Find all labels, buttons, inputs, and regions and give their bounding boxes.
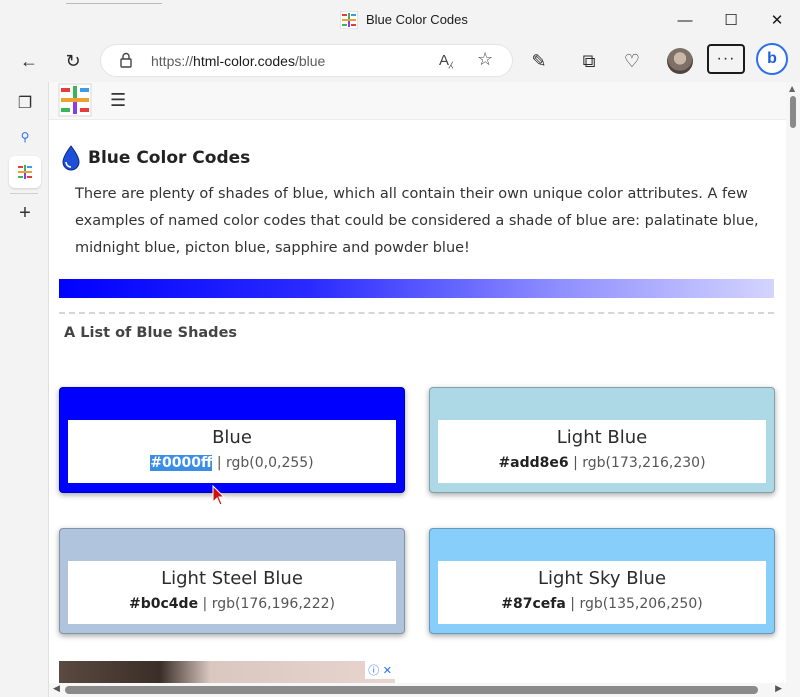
site-header: ☰	[49, 82, 786, 120]
hex-code[interactable]: #87cefa	[501, 596, 566, 612]
page-viewport: ☰ Blue Color Codes There are plenty of s…	[49, 82, 800, 697]
color-codes: #add8e6 | rgb(173,216,230)	[498, 455, 706, 471]
more-icon[interactable]: ···	[707, 44, 745, 74]
color-name: Light Blue	[556, 427, 648, 448]
color-card-light-blue[interactable]: Light Blue #add8e6 | rgb(173,216,230)	[429, 387, 775, 493]
color-codes: #0000ff | rgb(0,0,255)	[150, 455, 314, 471]
mouse-cursor-icon	[212, 485, 226, 506]
intro-paragraph: There are plenty of shades of blue, whic…	[75, 186, 759, 256]
bing-icon[interactable]: b	[756, 43, 788, 75]
card-info: Light Blue #add8e6 | rgb(173,216,230)	[438, 420, 766, 483]
rgb-code[interactable]: rgb(0,0,255)	[226, 455, 314, 471]
color-card-light-steel-blue[interactable]: Light Steel Blue #b0c4de | rgb(176,196,2…	[59, 528, 405, 634]
star-icon[interactable]: ☆	[477, 49, 493, 70]
refresh-icon[interactable]: ↻	[58, 46, 88, 76]
divider	[59, 312, 774, 314]
url-text: https://html-color.codes/blue	[151, 53, 326, 69]
rgb-code[interactable]: rgb(173,216,230)	[582, 455, 705, 471]
list-title: A List of Blue Shades	[64, 325, 238, 341]
scroll-thumb[interactable]	[790, 96, 796, 128]
avatar[interactable]	[667, 48, 693, 74]
card-info: Light Sky Blue #87cefa | rgb(135,206,250…	[438, 561, 766, 624]
site-logo-icon[interactable]	[58, 83, 92, 117]
water-drop-icon	[62, 145, 80, 171]
ad-info-close-icon[interactable]: ⓘ ✕	[365, 661, 395, 679]
minimize-icon[interactable]: —	[662, 0, 708, 40]
puzzle-icon[interactable]: ✎	[524, 46, 554, 76]
browser-toolbar: ← ↻ https://html-color.codes/blue A⁁ ☆ ✎…	[0, 40, 800, 82]
search-icon[interactable]: ⚲	[10, 122, 40, 152]
card-info: Blue #0000ff | rgb(0,0,255)	[68, 420, 396, 483]
scroll-up-icon[interactable]: ▲	[789, 84, 795, 93]
window-title: Blue Color Codes	[366, 12, 468, 27]
page-title: Blue Color Codes	[88, 148, 251, 168]
hamburger-icon[interactable]: ☰	[110, 90, 126, 111]
heart-pulse-icon[interactable]: ♡	[617, 46, 647, 76]
hex-code[interactable]: #b0c4de	[129, 596, 198, 612]
tab-stub	[66, 0, 162, 4]
collections-icon[interactable]: ⧉	[574, 46, 604, 76]
site-tab-icon[interactable]	[9, 156, 41, 188]
blue-gradient-bar	[59, 279, 774, 298]
color-card-light-sky-blue[interactable]: Light Sky Blue #87cefa | rgb(135,206,250…	[429, 528, 775, 634]
scroll-left-icon[interactable]: ◀	[53, 684, 60, 694]
scroll-thumb[interactable]	[65, 686, 758, 694]
scroll-right-icon[interactable]: ▶	[775, 684, 782, 694]
rgb-code[interactable]: rgb(176,196,222)	[212, 596, 335, 612]
tab-actions-icon[interactable]: ❐	[10, 88, 40, 118]
vertical-scrollbar[interactable]: ▲	[786, 82, 800, 697]
horizontal-scrollbar[interactable]: ◀ ▶	[49, 683, 786, 697]
color-name: Blue	[212, 427, 252, 448]
maximize-icon[interactable]: ☐	[708, 0, 754, 40]
color-codes: #87cefa | rgb(135,206,250)	[501, 596, 703, 612]
browser-sidebar: ❐ ⚲ +	[0, 82, 49, 697]
site-favicon-icon	[340, 11, 358, 29]
rgb-code[interactable]: rgb(135,206,250)	[579, 596, 702, 612]
close-icon[interactable]: ✕	[754, 0, 800, 40]
back-arrow-icon[interactable]: ←	[14, 46, 44, 76]
sidebar-divider	[10, 193, 38, 194]
color-card-blue[interactable]: Blue #0000ff | rgb(0,0,255)	[59, 387, 405, 493]
title-bar: Blue Color Codes — ☐ ✕	[0, 0, 800, 40]
plus-icon[interactable]: +	[10, 198, 40, 228]
address-bar[interactable]: https://html-color.codes/blue A⁁ ☆	[100, 44, 513, 77]
lock-icon	[120, 52, 132, 68]
card-info: Light Steel Blue #b0c4de | rgb(176,196,2…	[68, 561, 396, 624]
color-codes: #b0c4de | rgb(176,196,222)	[129, 596, 335, 612]
read-aloud-icon[interactable]: A⁁	[439, 51, 453, 69]
color-name: Light Sky Blue	[537, 568, 667, 589]
color-name: Light Steel Blue	[161, 568, 303, 589]
hex-code[interactable]: #add8e6	[498, 455, 568, 471]
hex-code[interactable]: #0000ff	[150, 455, 213, 471]
page-heading: Blue Color Codes	[61, 145, 250, 171]
